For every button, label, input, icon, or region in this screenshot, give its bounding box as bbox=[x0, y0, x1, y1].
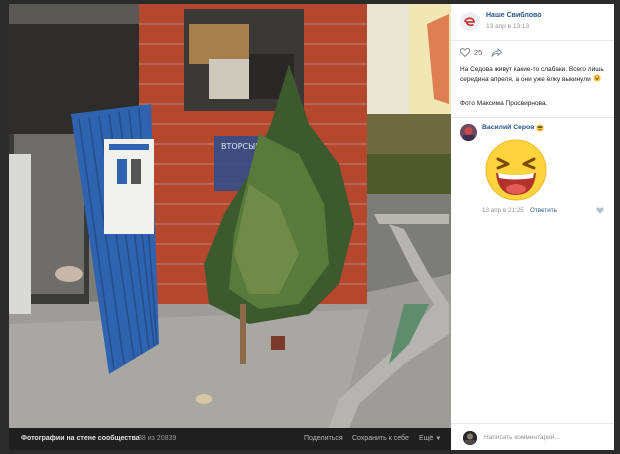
avatar-image bbox=[463, 431, 477, 445]
likes-count: 25 bbox=[474, 48, 483, 57]
reply-button[interactable]: Ответить bbox=[530, 207, 557, 214]
photo-credit: Фото Максима Просвирнова. bbox=[460, 100, 548, 107]
laughing-sticker bbox=[485, 139, 547, 201]
divider bbox=[451, 117, 614, 118]
comment-input[interactable]: Написать комментарий... bbox=[484, 431, 606, 445]
comment-author-avatar[interactable] bbox=[460, 124, 477, 141]
photo-toolbar: Фотографии на стене сообщества 38 из 208… bbox=[9, 428, 451, 450]
photo-counter: 38 из 20839 bbox=[138, 435, 177, 442]
photo-scene: ВТОРСЫРЬЁ bbox=[9, 4, 451, 428]
share-button[interactable]: Поделиться bbox=[304, 435, 343, 442]
heart-icon[interactable] bbox=[460, 48, 470, 57]
photo-image[interactable]: ВТОРСЫРЬЁ bbox=[9, 4, 451, 428]
comment-author-name[interactable]: Василий Серов bbox=[482, 124, 534, 131]
save-to-self-button[interactable]: Сохранить к себе bbox=[352, 435, 409, 442]
post-text-body: На Седова живут какие-то слабаки. Всего … bbox=[460, 66, 604, 83]
chevron-down-icon: ▼ bbox=[435, 436, 442, 442]
community-avatar[interactable] bbox=[460, 12, 479, 31]
divider bbox=[451, 423, 614, 424]
more-label: Ещё bbox=[419, 435, 434, 442]
photo-viewer: ВТОРСЫРЬЁ Фотографии на стене сообщества… bbox=[0, 0, 620, 454]
community-logo-icon bbox=[460, 12, 479, 31]
more-button[interactable]: Ещё ▼ bbox=[419, 435, 441, 442]
like-heart-small-icon[interactable] bbox=[596, 207, 604, 214]
community-name[interactable]: Наше Свиблово bbox=[486, 12, 542, 19]
viewer-edge bbox=[614, 4, 620, 450]
share-arrow-icon[interactable] bbox=[491, 48, 503, 57]
post-actions: 25 bbox=[460, 48, 503, 57]
laughing-emoji-icon bbox=[592, 74, 601, 82]
divider bbox=[451, 40, 614, 41]
comment-date[interactable]: 13 апр в 21:25 bbox=[482, 207, 524, 214]
current-user-avatar bbox=[463, 431, 477, 445]
post-sidebar: Наше Свиблово 13 апр в 13:13 25 На Седов… bbox=[451, 4, 614, 450]
avatar-image bbox=[460, 124, 477, 141]
post-date[interactable]: 13 апр в 13:13 bbox=[486, 23, 529, 30]
album-link[interactable]: Фотографии на стене сообщества bbox=[21, 435, 140, 442]
smile-emoji-icon bbox=[536, 124, 544, 132]
post-text: На Седова живут какие-то слабаки. Всего … bbox=[460, 65, 608, 84]
